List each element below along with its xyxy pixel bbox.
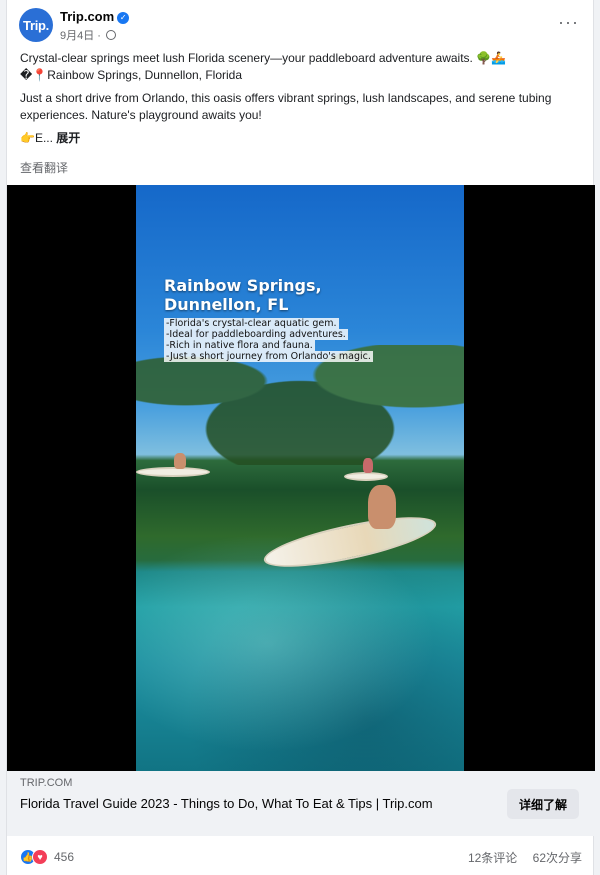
verified-badge-icon: ✓: [117, 11, 130, 24]
video-title-line2: Dunnellon, FL: [164, 295, 289, 314]
video-bullet: -Rich in native flora and fauna.: [164, 340, 315, 351]
author-label[interactable]: Trip.com: [60, 9, 114, 24]
video-overlay-title: Rainbow Springs, Dunnellon, FL: [164, 276, 322, 314]
trees-scenery: [136, 345, 464, 465]
author-name[interactable]: Trip.com ✓: [60, 9, 130, 24]
video-bullet: -Just a short journey from Orlando's mag…: [164, 351, 373, 362]
avatar[interactable]: Trip.: [19, 8, 53, 42]
shares-count[interactable]: 62次分享: [533, 851, 582, 865]
post-stats: 👍 ♥ 456 12条评论 62次分享: [20, 847, 582, 867]
post-text-line1: Crystal-clear springs meet lush Florida …: [20, 51, 507, 65]
paddleboard-far-right: [344, 472, 388, 481]
video-frame[interactable]: Rainbow Springs, Dunnellon, FL -Florida'…: [136, 185, 464, 771]
translate-link[interactable]: 查看翻译: [20, 159, 68, 176]
video-player[interactable]: Rainbow Springs, Dunnellon, FL -Florida'…: [7, 185, 595, 771]
engagement-counts: 12条评论 62次分享: [456, 849, 582, 866]
post-header: Trip. Trip.com ✓ 9月4日 · ···: [19, 6, 579, 46]
comments-count[interactable]: 12条评论: [468, 851, 517, 865]
video-title-line1: Rainbow Springs,: [164, 276, 322, 295]
learn-more-button[interactable]: 详细了解: [506, 789, 579, 819]
globe-icon: [106, 30, 117, 40]
see-more-link[interactable]: 展开: [56, 131, 80, 145]
video-bullet: -Florida's crystal-clear aquatic gem.: [164, 318, 339, 329]
post-date[interactable]: 9月4日 ·: [60, 30, 101, 42]
video-bullet: -Ideal for paddleboarding adventures.: [164, 329, 348, 340]
post-meta: 9月4日 ·: [60, 27, 117, 43]
link-preview[interactable]: TRIP.COM Florida Travel Guide 2023 - Thi…: [7, 771, 595, 836]
post-text: Crystal-clear springs meet lush Florida …: [20, 50, 580, 153]
post-text-prefix: 👉E...: [20, 131, 57, 145]
more-options-icon[interactable]: ···: [558, 12, 579, 33]
link-domain: TRIP.COM: [20, 777, 73, 789]
paddler-main: [368, 485, 396, 529]
post-card: Trip. Trip.com ✓ 9月4日 · ··· Crystal-clear…: [6, 0, 595, 875]
post-text-line2: �📍Rainbow Springs, Dunnellon, Florida: [20, 68, 243, 82]
video-overlay-bullets: -Florida's crystal-clear aquatic gem. -I…: [164, 318, 373, 362]
paddler-far-right: [363, 458, 373, 473]
link-title[interactable]: Florida Travel Guide 2023 - Things to Do…: [20, 795, 490, 813]
reaction-count: 456: [54, 850, 75, 864]
reactions-summary[interactable]: 👍 ♥ 456: [20, 849, 74, 865]
paddleboard-far-left: [136, 467, 210, 477]
paddler-far-left: [174, 453, 186, 469]
love-reaction-icon: ♥: [32, 849, 48, 865]
post-text-para2: Just a short drive from Orlando, this oa…: [20, 91, 552, 122]
